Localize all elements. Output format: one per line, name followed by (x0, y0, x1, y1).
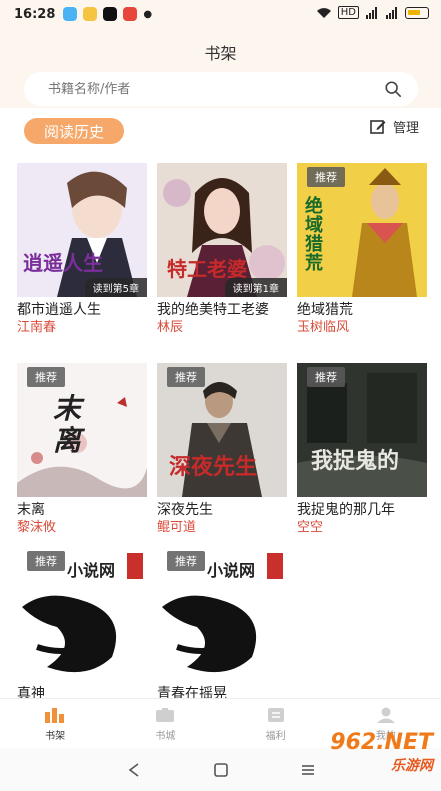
status-icons: HD (316, 6, 429, 19)
cover-title: 我捉鬼的 (311, 448, 400, 474)
reading-progress: 读到第1章 (224, 278, 287, 297)
tab-label: 福利 (265, 730, 286, 742)
book-cover[interactable]: 逍遥人生 读到第5章 (17, 163, 147, 297)
watermark-logo: 962.NET 乐游网 (330, 730, 433, 775)
dot-icon: ● (143, 8, 153, 20)
home-icon[interactable] (213, 762, 229, 778)
signal-icon (366, 6, 377, 19)
cover-title: 小说网 (207, 561, 256, 580)
tab-label: 书架 (45, 730, 66, 742)
book-cover[interactable]: 末离 推荐 (17, 363, 147, 497)
book-title[interactable]: 深夜先生 (157, 501, 287, 519)
watermark-sub: 乐游网 (391, 758, 433, 774)
status-time: 16:28 (14, 6, 56, 22)
tiktok-icon (103, 7, 118, 21)
hd-icon: HD (337, 6, 359, 19)
recommend-badge: 推荐 (167, 367, 205, 387)
manage-label: 管理 (392, 121, 419, 136)
bookshelf-icon (45, 707, 65, 723)
watermark-text: 962.NET (330, 730, 433, 755)
recommend-badge: 推荐 (307, 167, 345, 187)
recommend-badge: 推荐 (27, 551, 65, 571)
manage-button[interactable]: 管理 (369, 117, 419, 136)
page-title: 书架 (204, 44, 237, 63)
cover-title: 逍遥人生 (23, 251, 103, 275)
book-cover[interactable]: 特工老婆 读到第1章 (157, 163, 287, 297)
book-cover[interactable]: 小说网 推荐 (17, 547, 147, 681)
cover-art (17, 163, 147, 297)
book-card[interactable]: 绝域猎荒 推荐 绝域猎荒 玉树临风 (297, 163, 427, 337)
book-cover[interactable]: 绝域猎荒 推荐 (297, 163, 427, 297)
cover-title: 绝域猎荒 (305, 196, 323, 274)
reading-progress: 读到第5章 (84, 278, 147, 297)
book-author: 鲲可道 (157, 520, 197, 535)
search-bar[interactable] (24, 72, 418, 106)
welfare-icon (267, 707, 284, 722)
cover-title: 深夜先生 (169, 454, 258, 480)
book-title[interactable]: 我的绝美特工老婆 (157, 301, 287, 319)
book-card[interactable]: 末离 推荐 末离 黎沫攸 (17, 363, 147, 537)
cover-title: 小说网 (67, 561, 116, 580)
bookstore-icon (156, 707, 175, 722)
book-author: 林辰 (157, 320, 184, 335)
battery-icon (405, 6, 429, 19)
edit-icon (370, 119, 386, 134)
book-card[interactable]: 小说网 推荐 青春在摇晃 (157, 547, 287, 703)
book-author: 黎沫攸 (17, 520, 57, 535)
recommend-badge: 推荐 (307, 367, 345, 387)
tab-bookshelf[interactable]: 书架 (0, 699, 110, 748)
notification-icon-1 (63, 7, 78, 21)
book-card[interactable]: 我捉鬼的 推荐 我捉鬼的那几年 空空 (297, 363, 427, 537)
status-bar: 16:28 ● HD (0, 0, 441, 28)
recommend-badge: 推荐 (167, 551, 205, 571)
book-author: 玉树临风 (297, 320, 350, 335)
search-icon[interactable] (384, 80, 402, 98)
recommend-badge: 推荐 (27, 367, 65, 387)
wifi-icon (316, 7, 331, 18)
cover-title: 末离 (53, 392, 82, 457)
notification-icon-3 (123, 7, 138, 21)
notification-icon-2 (83, 7, 98, 21)
book-author: 江南春 (17, 320, 57, 335)
back-icon[interactable] (126, 762, 142, 778)
book-cover[interactable]: 我捉鬼的 推荐 (297, 363, 427, 497)
book-title[interactable]: 末离 (17, 501, 147, 519)
tab-label: 书城 (155, 730, 176, 742)
tab-reading-history[interactable]: 阅读历史 (24, 118, 124, 144)
menu-icon[interactable] (300, 762, 316, 778)
book-cover[interactable]: 深夜先生 推荐 (157, 363, 287, 497)
book-author: 空空 (297, 520, 324, 535)
book-title[interactable]: 都市逍遥人生 (17, 301, 147, 319)
tab-welfare[interactable]: 福利 (221, 699, 331, 748)
profile-icon (376, 707, 395, 723)
book-card[interactable]: 深夜先生 推荐 深夜先生 鲲可道 (157, 363, 287, 537)
book-card[interactable]: 逍遥人生 读到第5章 都市逍遥人生 江南春 (17, 163, 147, 337)
book-title[interactable]: 绝域猎荒 (297, 301, 427, 319)
book-card[interactable]: 小说网 推荐 真神 (17, 547, 147, 703)
tab-bookstore[interactable]: 书城 (110, 699, 220, 748)
book-card[interactable]: 特工老婆 读到第1章 我的绝美特工老婆 林辰 (157, 163, 287, 337)
search-input[interactable] (48, 81, 384, 97)
header: 书架 (0, 28, 441, 108)
book-title[interactable]: 我捉鬼的那几年 (297, 501, 427, 519)
signal-icon-2 (386, 6, 397, 19)
book-cover[interactable]: 小说网 推荐 (157, 547, 287, 681)
